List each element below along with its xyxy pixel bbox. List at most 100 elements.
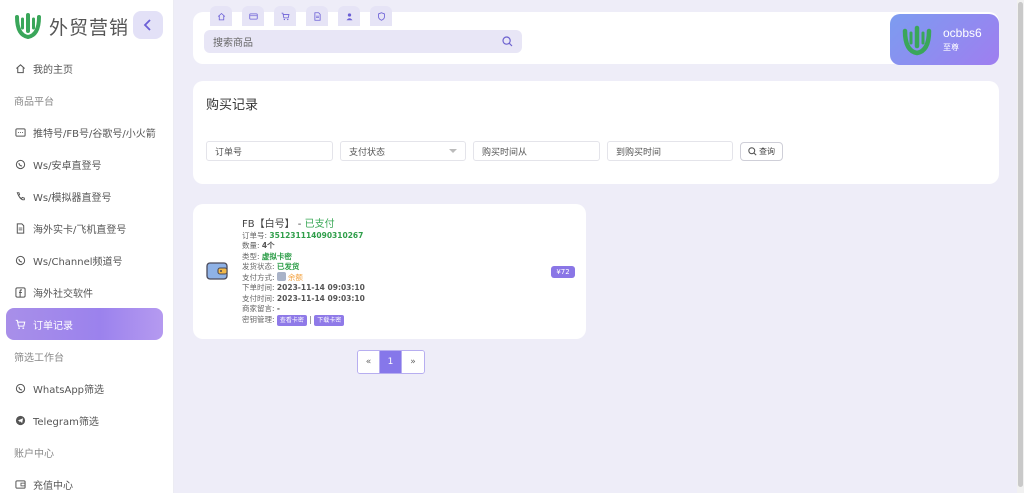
facebook-icon [14,286,26,298]
order-payment-method-label: 支付方式: [242,273,275,283]
quick-nav-tab[interactable] [210,6,232,26]
order-number-input[interactable]: 订单号 [206,141,333,161]
sidebar: 外贸营销 我的主页商品平台推特号/FB号/谷歌号/小火箭 Ws/安卓直登号 Ws/模… [0,0,174,493]
filter-panel [193,81,999,184]
home-icon [217,12,226,21]
document-icon [313,11,322,21]
payment-time-label: 支付时间: [242,293,275,303]
sidebar-item-label: Telegram筛选 [33,416,99,428]
chevron-left-icon [143,19,151,31]
telegram-icon [14,414,26,426]
payment-status-select[interactable]: 支付状态 [340,141,466,161]
quick-nav-tab[interactable] [338,6,360,26]
brand-logo[interactable]: 外贸营销 [14,10,129,42]
order-payment-method-value: 余额 [287,273,303,283]
sidebar-section-header: 账户中心 [14,448,54,460]
quick-nav-tabs [210,6,392,26]
user-level-badge: 至尊 [943,43,959,52]
order-shipping-label: 发货状态: [242,261,275,271]
search-input[interactable]: 搜索商品 [204,30,522,53]
order-shipping-row: 发货状态: 已发货 [242,262,365,272]
sidebar-item-label: 充值中心 [33,480,73,492]
quick-nav-tab[interactable] [370,6,392,26]
sidebar-item[interactable]: Ws/安卓直登号 [0,148,173,180]
pagination-prev-button[interactable]: « [358,351,380,373]
sidebar-item-label: 推特号/FB号/谷歌号/小火箭 [33,128,156,140]
balance-icon [276,272,286,282]
merchant-note-row: 商家留言: - [242,304,365,314]
pagination: « 1 » [357,350,425,374]
order-shipping-value: 已发货 [276,261,300,271]
key-actions-divider: | [309,315,312,325]
search-icon [748,147,757,156]
purchase-time-from-input[interactable]: 购买时间从 [473,141,600,161]
sidebar-item[interactable]: WhatsApp筛选 [0,372,173,404]
key-management-label: 密钥管理: [242,315,275,325]
user-profile-card[interactable]: ocbbs6 至尊 [890,14,999,65]
query-button-label: 查询 [759,147,775,156]
purchase-time-to-placeholder: 到购买时间 [616,147,662,158]
page-title: 购买记录 [206,98,259,113]
user-icon [345,12,354,21]
sidebar-item[interactable]: 推特号/FB号/谷歌号/小火箭 [0,116,173,148]
sidebar-item-label: 我的主页 [33,64,73,76]
sidebar-item[interactable]: 海外社交软件 [0,276,173,308]
sidebar-item-label: WhatsApp筛选 [33,384,105,396]
shield-icon [377,11,386,21]
brand-logo-icon [15,13,41,40]
page-scrollbar-thumb[interactable] [1018,2,1023,487]
order-quantity-label: 数量: [242,241,260,251]
whatsapp-icon [14,158,26,170]
order-number-value: 351231114090310267 [269,231,364,240]
wallet-icon [206,262,228,280]
merchant-note-label: 商家留言: [242,304,275,314]
phone-icon [14,190,26,202]
home-icon [14,62,26,74]
order-payment-method-row: 支付方式: 余额 [242,272,365,283]
card-icon [248,12,258,21]
sidebar-item-label: Ws/模拟器直登号 [33,192,112,204]
sidebar-item[interactable]: 我的主页 [0,52,173,84]
sidebar-item-label: 订单记录 [33,320,73,332]
user-name: ocbbs6 [943,26,982,40]
order-payment-status: 已支付 [304,219,335,230]
query-button[interactable]: 查询 [740,142,783,161]
sidebar-collapse-button[interactable] [133,11,163,39]
pagination-page-1[interactable]: 1 [380,351,402,373]
order-price-badge: ¥72 [551,266,575,278]
search-placeholder: 搜索商品 [213,38,253,49]
search-icon[interactable] [502,36,513,47]
sidebar-item[interactable]: 海外实卡/飞机直登号 [0,212,173,244]
sidebar-item-label: Ws/安卓直登号 [33,160,102,172]
order-time-label: 下单时间: [242,283,275,293]
order-quantity-row: 数量: 4个 [242,241,365,251]
payment-time-value: 2023-11-14 09:03:10 [276,293,365,303]
purchase-time-from-placeholder: 购买时间从 [482,147,528,158]
order-time-value: 2023-11-14 09:03:10 [276,283,365,293]
sidebar-item[interactable]: Telegram筛选 [0,404,173,436]
sidebar-section-header: 商品平台 [14,96,54,108]
payment-status-value: 支付状态 [349,147,386,158]
view-key-button[interactable]: 查看卡密 [276,315,307,327]
order-time-row: 下单时间: 2023-11-14 09:03:10 [242,283,365,293]
order-title: FB【白号】 - 已支付 [242,215,335,230]
wallet-icon [14,478,26,490]
sidebar-item[interactable]: Ws/Channel频道号 [0,244,173,276]
sidebar-item[interactable]: Ws/模拟器直登号 [0,180,173,212]
brand-name: 外贸营销 [49,16,130,39]
order-number-row: 订单号: 351231114090310267 [242,231,365,241]
quick-nav-tab[interactable] [306,6,328,26]
order-details: 订单号: 351231114090310267 数量: 4个 类型: 虚拟卡密 … [242,231,365,327]
cart-icon [14,318,26,330]
order-type-row: 类型: 虚拟卡密 [242,252,365,262]
download-key-button[interactable]: 下载卡密 [314,315,345,327]
sidebar-item[interactable]: 订单记录 [6,308,163,340]
quick-nav-tab[interactable] [242,6,264,26]
quick-nav-tab[interactable] [274,6,296,26]
cart-icon [281,12,290,21]
pagination-next-button[interactable]: » [402,351,424,373]
sidebar-item[interactable]: 充值中心 [0,468,173,493]
sidebar-menu: 我的主页商品平台推特号/FB号/谷歌号/小火箭 Ws/安卓直登号 Ws/模拟器直登号… [0,52,173,493]
purchase-time-to-input[interactable]: 到购买时间 [607,141,733,161]
order-product-name: FB【白号】 [242,219,295,230]
